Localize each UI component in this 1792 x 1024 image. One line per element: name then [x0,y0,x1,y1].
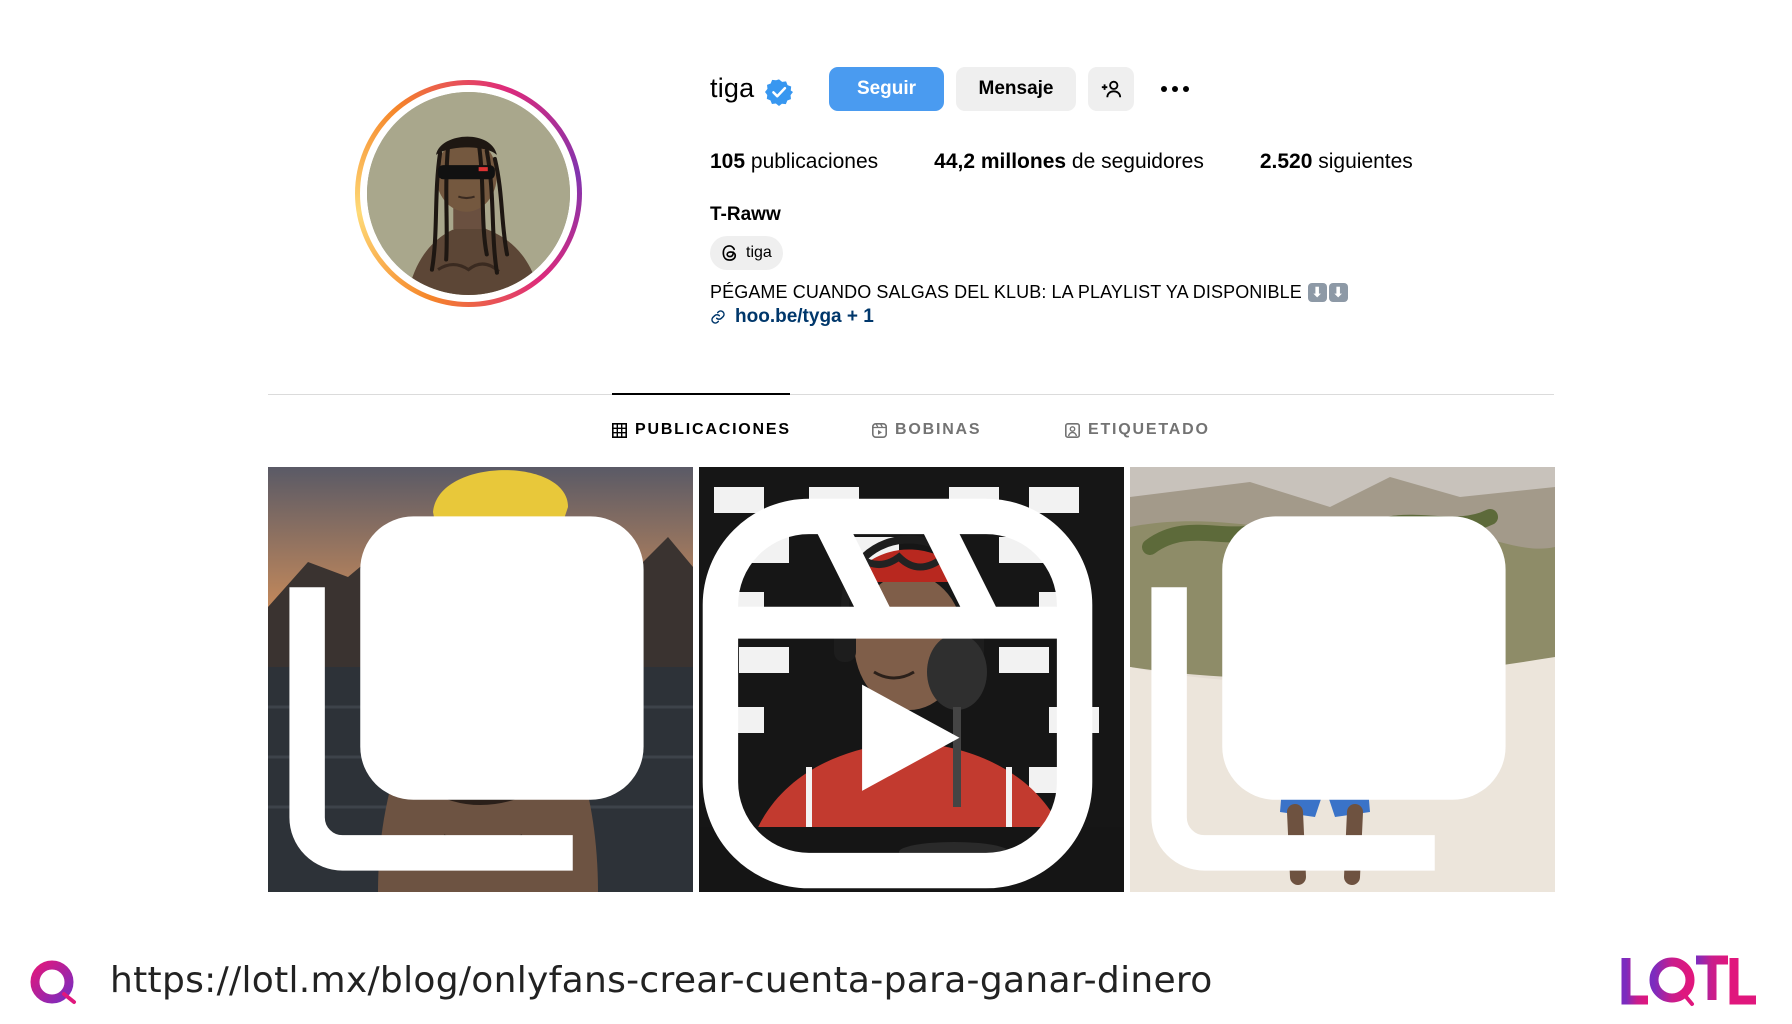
down-arrow-emoji-icon: ⬇ ⬇ [1307,283,1348,302]
profile-username: tiga [710,73,755,103]
grid-icon [612,422,627,438]
threads-badge[interactable]: tiga [710,236,783,270]
follow-button[interactable]: Seguir [829,67,944,111]
profile-display-name: T-Raww [710,204,781,225]
tagged-icon [1065,422,1080,438]
stat-posts: 105 publicaciones [710,150,879,173]
active-tab-indicator [612,393,790,395]
stat-following[interactable]: 2.520 siguientes [1260,150,1413,174]
profile-link-text: hoo.be/tyga + 1 [735,306,874,327]
footer-url[interactable]: https://lotl.mx/blog/onlyfans-crear-cuen… [110,960,1213,1001]
carousel-icon [1151,516,1506,871]
post-thumbnail-3[interactable] [1130,467,1555,892]
profile-link[interactable]: hoo.be/tyga + 1 [710,306,874,328]
post-thumbnail-2[interactable] [699,467,1124,892]
verified-badge-icon [765,79,793,106]
more-options-button[interactable] [1152,67,1198,111]
bio-text: PÉGAME CUANDO SALGAS DEL KLUB: LA PLAYLI… [710,282,1302,302]
profile-avatar[interactable] [355,80,582,307]
threads-label: tiga [746,244,772,261]
reel-icon [702,498,1093,889]
tab-tagged[interactable]: ETIQUETADO [1065,421,1210,439]
suggest-accounts-button[interactable] [1088,67,1134,111]
message-button[interactable]: Mensaje [956,67,1076,111]
profile-bio: PÉGAME CUANDO SALGAS DEL KLUB: LA PLAYLI… [710,282,1348,303]
tabs-divider [268,394,1554,395]
more-dots-icon [1161,86,1189,92]
link-icon [711,310,725,324]
add-person-icon [1101,80,1122,98]
threads-icon [722,245,737,261]
profile-stats: 105 publicaciones 44,2 millones de segui… [710,150,1413,174]
lotl-circle-logo-icon [30,960,76,1004]
post-thumbnail-1[interactable] [268,467,693,892]
tab-posts[interactable]: PUBLICACIONES [612,421,791,439]
carousel-icon [289,516,644,871]
lotl-brand-logo-icon [1621,955,1756,1006]
tab-reels[interactable]: BOBINAS [872,421,981,439]
reels-icon [872,422,887,438]
stat-followers[interactable]: 44,2 millones de seguidores [934,150,1204,174]
avatar-photo [367,92,570,295]
